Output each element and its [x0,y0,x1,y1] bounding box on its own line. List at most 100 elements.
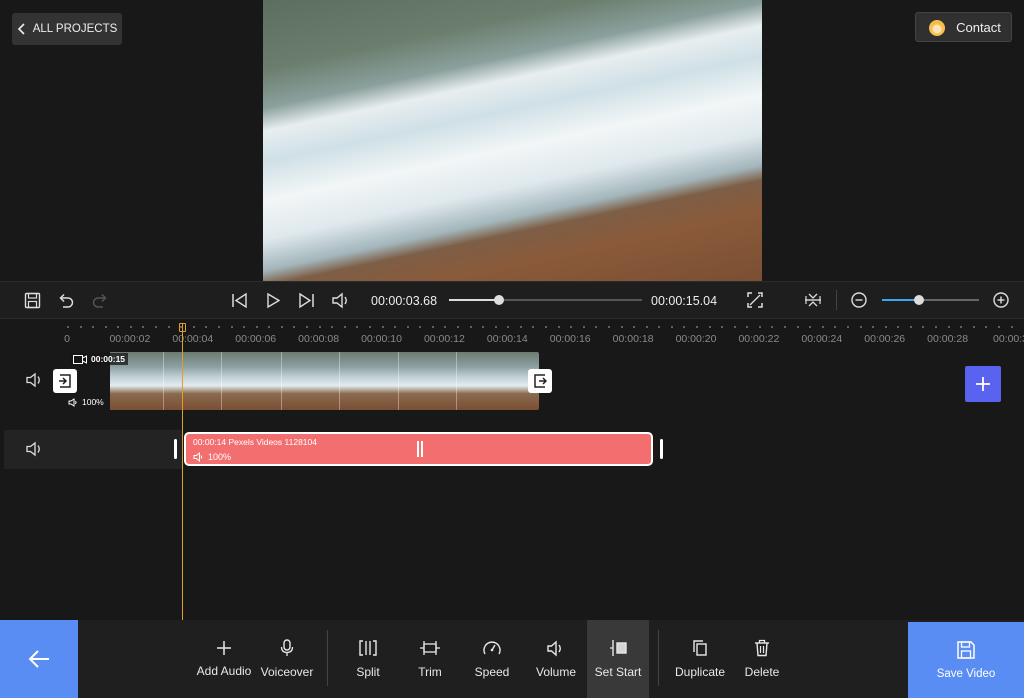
ruler-tick [382,326,384,328]
play-icon[interactable] [265,292,281,309]
ruler-tick [671,326,673,328]
add-audio-button[interactable]: Add Audio [195,620,253,698]
ruler-tick [168,326,170,328]
audio-clip[interactable]: 00:00:14 Pexels Videos 1128104 100% [184,432,653,466]
ruler-tick [608,326,610,328]
ruler-tick [960,326,962,328]
ruler-tick [306,326,308,328]
set-start-button[interactable]: Set Start [587,620,649,698]
ruler-tick-label: 00:00:3 [992,333,1024,345]
ruler-tick [130,326,132,328]
ruler-tick [897,326,899,328]
set-start-icon [608,639,628,657]
trim-button[interactable]: Trim [405,620,455,698]
ruler-tick [985,326,987,328]
audio-track-volume-icon[interactable] [25,441,44,457]
ruler-tick-label: 0 [64,333,70,345]
video-duration: 00:00:15 [91,354,126,364]
contact-label: Contact [956,19,1001,35]
support-avatar-icon [926,16,948,38]
delete-button[interactable]: Delete [736,620,788,698]
seek-bar-handle[interactable] [494,295,504,305]
volume-button[interactable]: Volume [529,620,583,698]
redo-icon[interactable] [91,291,109,309]
ruler-tick [822,326,824,328]
ruler-tick [809,326,811,328]
thumbnail-divider [281,352,282,410]
volume-icon[interactable] [331,292,351,309]
ruler-tick [797,326,799,328]
ruler-tick-label: 00:00:10 [361,333,402,345]
save-icon[interactable] [24,292,41,309]
camera-icon [73,354,87,364]
ruler-tick [394,326,396,328]
skip-back-icon[interactable] [231,292,249,309]
toolbar-divider [658,630,659,686]
audio-volume: 100% [208,452,232,462]
audio-right-edge-handle[interactable] [660,439,663,459]
fit-timeline-icon[interactable] [803,291,823,309]
add-audio-label: Add Audio [196,664,252,678]
ruler-tick [558,326,560,328]
fullscreen-icon[interactable] [746,291,764,309]
trim-label: Trim [418,665,442,679]
ruler-tick [683,326,685,328]
trim-start-handle[interactable] [53,369,77,393]
ruler-tick [709,326,711,328]
exit-bracket-icon [533,374,547,388]
audio-clip-title: 00:00:14 Pexels Videos 1128104 [193,437,317,447]
voiceover-button[interactable]: Voiceover [258,620,316,698]
ruler-tick [935,326,937,328]
copy-icon [692,639,708,657]
ruler-tick [973,326,975,328]
ruler-tick [256,326,258,328]
ruler-tick-label: 00:00:08 [298,333,340,345]
trim-end-handle[interactable] [528,369,552,393]
all-projects-button[interactable]: ALL PROJECTS [12,13,122,45]
ruler-tick [847,326,849,328]
zoom-out-icon[interactable] [850,291,868,309]
audio-volume-tag: 100% [193,452,231,462]
playhead-handle[interactable] [179,323,186,332]
video-volume-tag: 100% [68,397,104,407]
ruler-tick [948,326,950,328]
ruler-tick [696,326,698,328]
speed-button[interactable]: Speed [467,620,517,698]
zoom-slider-handle[interactable] [914,295,924,305]
thumbnail-divider [221,352,222,410]
audio-left-edge-handle[interactable] [174,439,177,459]
split-marker[interactable] [417,441,419,457]
back-button[interactable] [0,620,78,698]
undo-icon[interactable] [57,291,75,309]
video-track-volume-icon[interactable] [25,372,44,388]
ruler-tick [67,326,69,328]
video-preview [263,0,762,281]
ruler-tick [646,326,648,328]
video-clip[interactable] [80,352,539,410]
speaker-small-icon [193,452,204,462]
ruler-tick [595,326,597,328]
video-volume: 100% [82,397,104,407]
split-marker[interactable] [421,441,423,457]
split-button[interactable]: Split [343,620,393,698]
volume-label: Volume [535,664,577,679]
video-duration-tag: 00:00:15 [70,353,129,365]
ruler-tick [193,326,195,328]
ruler-tick [784,326,786,328]
zoom-in-icon[interactable] [992,291,1010,309]
ruler-tick [268,326,270,328]
ruler-tick [507,326,509,328]
save-video-button[interactable]: Save Video [908,622,1024,698]
ruler-tick [319,326,321,328]
ruler-tick [281,326,283,328]
ruler-tick [570,326,572,328]
playhead-line[interactable] [182,324,183,620]
add-media-button[interactable] [965,366,1001,402]
duplicate-button[interactable]: Duplicate [672,620,728,698]
plus-icon [216,640,232,656]
contact-button[interactable]: Contact [915,12,1012,42]
ruler-tick [80,326,82,328]
speaker-icon [546,639,566,657]
skip-forward-icon[interactable] [297,292,315,309]
ruler-tick [155,326,157,328]
